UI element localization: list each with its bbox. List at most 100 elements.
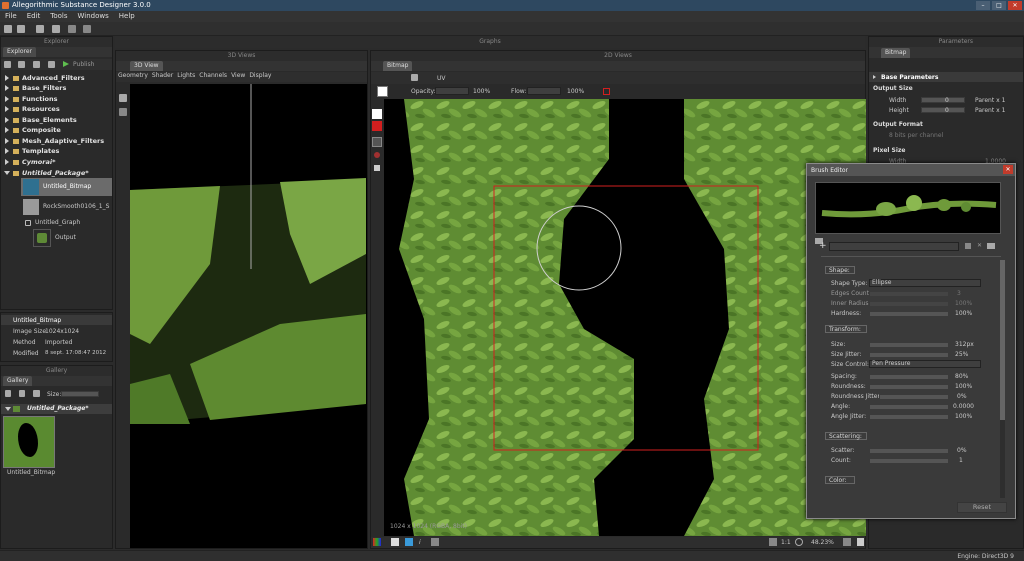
histogram-icon[interactable]	[431, 538, 439, 546]
explorer-item-cymorai[interactable]: Cymorai*	[1, 157, 55, 167]
scattering-section-header[interactable]: Scattering:	[825, 432, 867, 440]
zoom-value[interactable]: 48.23%	[811, 539, 834, 546]
explorer-item-base-filters[interactable]: Base_Filters	[1, 83, 66, 93]
width-parent[interactable]: Parent x 1	[975, 97, 1005, 104]
gallery-package-header[interactable]: Untitled_Package*	[1, 404, 112, 414]
folder-icon[interactable]	[33, 390, 40, 397]
redo-icon[interactable]	[83, 25, 91, 33]
gallery-thumbnail[interactable]	[3, 416, 55, 468]
roundness-jitter-value[interactable]: 0%	[957, 393, 967, 400]
output-format-value[interactable]: 8 bits per channel	[889, 132, 943, 139]
menu-help[interactable]: Help	[114, 11, 140, 22]
explorer-item-rocksmooth[interactable]: RockSmooth0106_1_S	[21, 198, 112, 216]
transform-section-header[interactable]: Transform:	[825, 325, 867, 333]
minimize-button[interactable]: –	[976, 1, 990, 10]
new-package-icon[interactable]	[4, 61, 11, 68]
view3d-viewport[interactable]	[130, 84, 367, 548]
shape-section-header[interactable]: Shape:	[825, 266, 855, 274]
new-icon[interactable]	[4, 25, 12, 33]
save-preset-icon[interactable]	[965, 243, 971, 249]
alpha-icon[interactable]	[405, 538, 413, 546]
open-icon[interactable]	[17, 25, 25, 33]
explorer-item-composite[interactable]: Composite	[1, 125, 61, 135]
brush-preset-icon[interactable]	[377, 86, 388, 97]
scatter-slider[interactable]	[869, 448, 949, 454]
explorer-item-functions[interactable]: Functions	[1, 94, 58, 104]
explorer-item-untitled-bitmap[interactable]: Untitled_Bitmap	[21, 178, 112, 196]
roundness-jitter-slider[interactable]	[879, 394, 949, 400]
explorer-item-templates[interactable]: Templates	[1, 146, 59, 156]
import-icon[interactable]	[18, 61, 25, 68]
explorer-item-output[interactable]: Output	[31, 228, 112, 248]
foreground-color[interactable]	[372, 109, 382, 119]
size-value[interactable]: 312px	[955, 341, 974, 348]
save-package-icon[interactable]	[33, 61, 40, 68]
explorer-item-base-elements[interactable]: Base_Elements	[1, 115, 77, 125]
width-slider[interactable]	[921, 97, 965, 103]
opacity-slider[interactable]	[435, 87, 469, 95]
width-value[interactable]: 0	[945, 97, 949, 104]
flow-value[interactable]: 100%	[567, 88, 584, 95]
fit-icon[interactable]	[769, 538, 777, 546]
angle-jitter-value[interactable]: 100%	[955, 413, 972, 420]
uv-dropdown[interactable]: UV	[437, 75, 446, 82]
menu-geometry[interactable]: Geometry	[118, 72, 148, 82]
tab-parameters-bitmap[interactable]: Bitmap	[881, 48, 911, 58]
scatter-value[interactable]: 0%	[957, 447, 967, 454]
channel-icon[interactable]	[411, 74, 418, 81]
height-parent[interactable]: Parent x 1	[975, 107, 1005, 114]
ratio-label[interactable]: 1:1	[781, 539, 791, 546]
roundness-slider[interactable]	[869, 384, 949, 390]
height-slider[interactable]	[921, 107, 965, 113]
angle-slider[interactable]	[869, 404, 949, 410]
lock-icon[interactable]	[857, 538, 864, 546]
color-swatch-icon[interactable]	[603, 88, 610, 95]
add-icon[interactable]	[19, 390, 25, 397]
close-icon[interactable]: ✕	[1003, 165, 1013, 174]
spacing-slider[interactable]	[869, 374, 949, 380]
flow-slider[interactable]	[527, 87, 561, 95]
count-slider[interactable]	[869, 458, 949, 464]
menu-tools[interactable]: Tools	[45, 11, 72, 22]
brush-settings-scrollbar[interactable]	[1000, 260, 1005, 498]
size-jitter-value[interactable]: 25%	[955, 351, 968, 358]
roundness-value[interactable]: 100%	[955, 383, 972, 390]
tile-icon[interactable]	[391, 538, 399, 546]
explorer-item-untitled-graph[interactable]: Untitled_Graph	[15, 218, 112, 228]
menu-file[interactable]: File	[0, 11, 22, 22]
explorer-item-advanced-filters[interactable]: Advanced_Filters	[1, 73, 85, 83]
brush-editor-titlebar[interactable]: Brush Editor ✕	[807, 164, 1015, 176]
tab-bitmap[interactable]: Bitmap	[383, 61, 413, 71]
height-value[interactable]: 0	[945, 107, 949, 114]
background-color[interactable]	[372, 121, 382, 131]
menu-lights[interactable]: Lights	[177, 72, 195, 82]
shape-type-select[interactable]: Ellipse	[869, 279, 981, 287]
angle-value[interactable]: 0.0000	[953, 403, 974, 410]
undo-icon[interactable]	[68, 25, 76, 33]
reset-button[interactable]: Reset	[957, 502, 1007, 513]
menu-shader[interactable]: Shader	[152, 72, 173, 82]
hardness-value[interactable]: 100%	[955, 310, 972, 317]
size-jitter-slider[interactable]	[869, 352, 949, 358]
explorer-item-resources[interactable]: Resources	[1, 104, 60, 114]
opacity-value[interactable]: 100%	[473, 88, 490, 95]
publish-label[interactable]: Publish	[73, 61, 94, 68]
publish-icon[interactable]	[63, 61, 69, 67]
eraser-icon[interactable]	[374, 165, 380, 171]
folder-icon[interactable]	[48, 61, 55, 68]
save-icon[interactable]	[36, 25, 44, 33]
inner-radius-slider[interactable]	[869, 301, 949, 307]
menu-channels[interactable]: Channels	[199, 72, 227, 82]
base-parameters-header[interactable]: Base Parameters	[869, 72, 1023, 82]
tab-gallery[interactable]: Gallery	[3, 376, 33, 386]
menu-windows[interactable]: Windows	[73, 11, 114, 22]
delete-preset-icon[interactable]: ✕	[977, 242, 982, 249]
maximize-button[interactable]: □	[992, 1, 1006, 10]
tab-explorer[interactable]: Explorer	[3, 47, 36, 57]
channels-icon[interactable]	[373, 538, 381, 546]
close-button[interactable]: ✕	[1008, 1, 1022, 10]
gallery-size-slider[interactable]	[61, 391, 99, 397]
size-control-select[interactable]: Pen Pressure	[869, 360, 981, 368]
hardness-slider[interactable]	[869, 311, 949, 317]
menu-view[interactable]: View	[231, 72, 245, 82]
